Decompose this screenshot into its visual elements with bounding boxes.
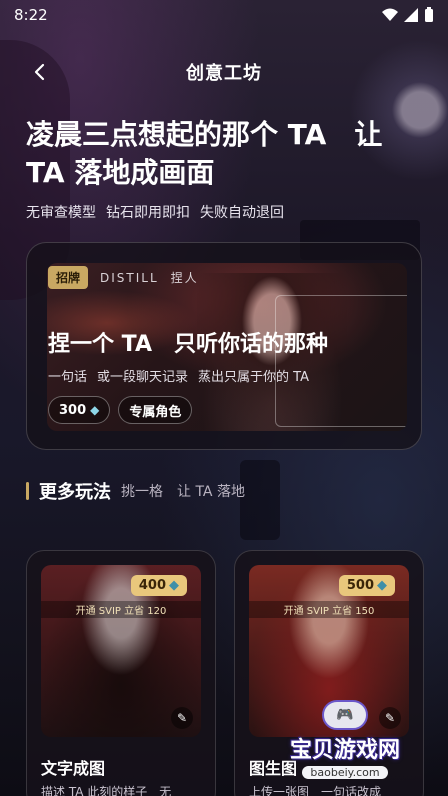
signal-icon	[404, 8, 418, 22]
card-text-to-image[interactable]: 400 ◆ 开通 SVIP 立省 120 ✎ 文字成图 描述 TA 此刻的样子 …	[26, 550, 216, 796]
hero-subtitle-item: 失败自动退回	[200, 205, 284, 221]
watermark-name: 宝贝游戏网	[289, 738, 400, 763]
card-image: 400 ◆ 开通 SVIP 立省 120 ✎	[41, 565, 201, 737]
hero-subtitle-item: 钻石即用即扣	[106, 205, 190, 221]
feature-desc-item: 蒸出只属于你的 TA	[198, 370, 309, 385]
battery-icon	[425, 7, 433, 22]
diamond-icon: ◆	[377, 578, 387, 593]
section-subtitle: 挑一格 让 TA 落地	[121, 484, 245, 500]
signature-badge: 招牌	[48, 266, 89, 289]
edit-button[interactable]: ✎	[171, 707, 193, 729]
section-accent-bar	[26, 482, 29, 500]
feature-description: 一句话 或一段聊天记录 蒸出只属于你的 TA	[48, 366, 309, 385]
diamond-icon: ◆	[169, 578, 179, 593]
chevron-left-icon	[34, 63, 45, 81]
watermark-url: baobeiy.com	[302, 766, 388, 779]
svip-note: 开通 SVIP 立省 150	[249, 601, 409, 618]
status-bar: 8:22	[0, 0, 448, 30]
feature-desc-item: 一句话	[48, 370, 88, 385]
feature-tag-row: 招牌 DISTILL 捏人	[48, 266, 199, 289]
feature-desc-item: 或一段聊天记录	[97, 370, 189, 385]
more-section-header: 更多玩法 挑一格 让 TA 落地	[26, 478, 245, 504]
price-badge: 500 ◆	[338, 575, 395, 596]
feature-tag: DISTILL	[100, 270, 159, 285]
diamond-icon: ◆	[90, 403, 100, 417]
svip-note: 开通 SVIP 立省 120	[41, 601, 201, 618]
hero-title: 凌晨三点想起的那个 TA 让 TA 落地成画面	[26, 118, 383, 189]
app-header: 创意工坊	[0, 52, 448, 92]
feature-title: 捏一个 TA 只听你话的那种	[48, 332, 328, 357]
hero-subtitle: 无审查模型 钻石即用即扣 失败自动退回	[26, 202, 284, 222]
price-value: 500	[346, 578, 374, 593]
pencil-icon: ✎	[176, 711, 188, 725]
hero-subtitle-item: 无审查模型	[26, 205, 96, 221]
status-icons	[382, 7, 434, 23]
status-time: 8:22	[14, 6, 48, 24]
price-value: 300	[59, 402, 87, 418]
gamepad-icon: 🎮	[322, 700, 368, 730]
card-description: 描述 TA 此刻的样子 无	[41, 785, 172, 796]
page-title: 创意工坊	[186, 63, 262, 84]
card-title: 文字成图	[41, 759, 106, 778]
frame-decoration	[275, 295, 407, 427]
back-button[interactable]	[28, 60, 52, 84]
price-chip: 300 ◆	[48, 396, 111, 424]
price-value: 400	[138, 578, 166, 593]
watermark-logo: 🎮 宝贝游戏网 baobeiy.com	[270, 700, 420, 796]
feature-chips: 300 ◆ 专属角色	[48, 396, 193, 424]
section-title: 更多玩法	[39, 482, 111, 503]
price-badge: 400 ◆	[130, 575, 187, 596]
exclusive-character-chip: 专属角色	[118, 396, 193, 424]
feature-tag: 捏人	[170, 271, 199, 285]
wifi-icon	[382, 8, 398, 21]
